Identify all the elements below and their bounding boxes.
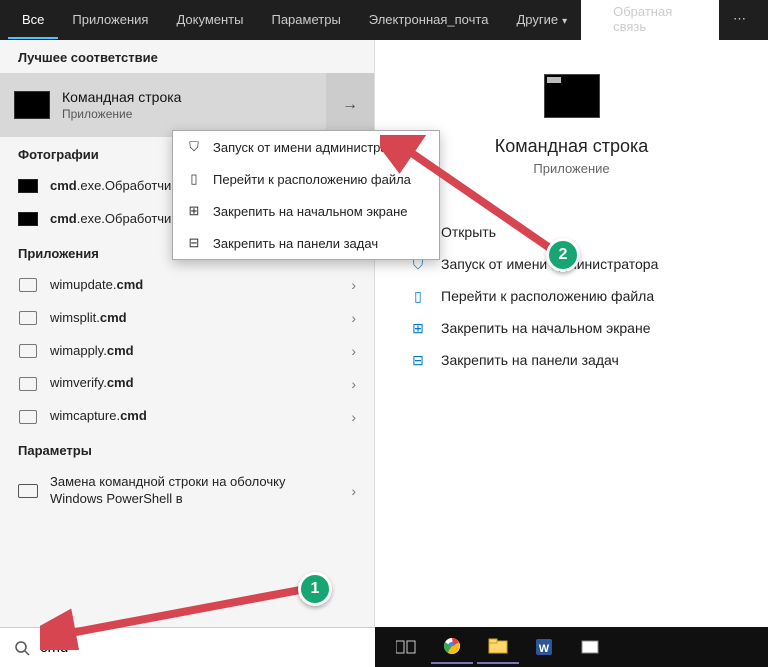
cmd-icon <box>18 179 38 193</box>
action-pin-taskbar[interactable]: ⊟Закрепить на панели задач <box>407 344 736 376</box>
folder-icon: ▯ <box>185 171 203 187</box>
taskbar: W <box>375 627 768 667</box>
search-icon <box>14 640 30 656</box>
param-item[interactable]: Замена командной строки на оболочку Wind… <box>0 466 374 516</box>
results-pane: Лучшее соответствие Командная строка При… <box>0 40 375 627</box>
action-open-location[interactable]: ▯Перейти к расположению файла <box>407 280 736 312</box>
expand-arrow-icon[interactable]: → <box>326 73 374 137</box>
settings-icon <box>18 484 38 498</box>
tab-apps[interactable]: Приложения <box>58 2 162 39</box>
annotation-arrow-1 <box>40 580 320 650</box>
section-best-match: Лучшее соответствие <box>0 40 374 73</box>
section-params: Параметры <box>0 433 374 466</box>
file-icon <box>19 410 37 424</box>
taskbar-chrome-icon[interactable] <box>431 630 473 664</box>
folder-icon: ▯ <box>409 287 427 305</box>
annotation-badge-1: 1 <box>298 572 332 606</box>
file-icon <box>19 377 37 391</box>
tab-all[interactable]: Все <box>8 2 58 39</box>
file-icon <box>19 278 37 292</box>
best-match-subtitle: Приложение <box>62 107 181 121</box>
cmd-thumbnail-icon <box>14 91 50 119</box>
annotation-badge-2: 2 <box>546 238 580 272</box>
top-tabs: Все Приложения Документы Параметры Элект… <box>0 0 768 40</box>
taskbar-blank-icon[interactable] <box>569 630 611 664</box>
app-item[interactable]: wimapply.cmd› <box>0 335 374 368</box>
app-item[interactable]: wimcapture.cmd› <box>0 400 374 433</box>
action-pin-start[interactable]: ⊞Закрепить на начальном экране <box>407 312 736 344</box>
app-item[interactable]: wimupdate.cmd› <box>0 269 374 302</box>
tab-other[interactable]: Другие▾ <box>502 2 581 39</box>
cmd-icon <box>18 212 38 226</box>
pin-start-icon: ⊞ <box>409 319 427 337</box>
taskbar-explorer-icon[interactable] <box>477 630 519 664</box>
svg-text:W: W <box>539 643 550 655</box>
best-match-title: Командная строка <box>62 89 181 105</box>
cmd-large-icon <box>544 74 600 118</box>
tab-more-icon[interactable]: ⋯ <box>719 1 760 39</box>
app-item[interactable]: wimverify.cmd› <box>0 367 374 400</box>
taskbar-task-view-icon[interactable] <box>385 630 427 664</box>
file-icon <box>19 311 37 325</box>
taskbar-word-icon[interactable]: W <box>523 630 565 664</box>
chevron-down-icon: ▾ <box>562 16 567 27</box>
pin-start-icon: ⊞ <box>185 203 203 219</box>
pin-taskbar-icon: ⊟ <box>185 235 203 251</box>
tab-email[interactable]: Электронная_почта <box>355 2 503 39</box>
detail-pane: Командная строка Приложение ▱Открыть ⛉За… <box>375 40 768 627</box>
app-item[interactable]: wimsplit.cmd› <box>0 302 374 335</box>
file-icon <box>19 344 37 358</box>
pin-taskbar-icon: ⊟ <box>409 351 427 369</box>
tab-docs[interactable]: Документы <box>162 2 257 39</box>
tab-params[interactable]: Параметры <box>257 2 354 39</box>
best-match-item[interactable]: Командная строка Приложение → <box>0 73 374 137</box>
admin-icon: ⛉ <box>185 139 203 155</box>
